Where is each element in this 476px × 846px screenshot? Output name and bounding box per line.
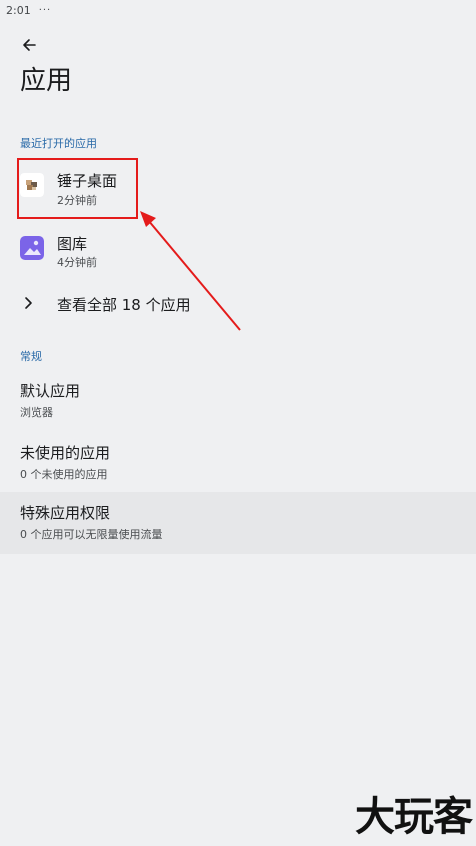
app-name: 图库	[57, 235, 88, 253]
launcher-icon	[20, 173, 44, 197]
general-header: 常规	[20, 350, 42, 363]
status-bar: 2:01 ···	[6, 2, 51, 18]
setting-subtitle: 0 个应用可以无限量使用流量	[20, 528, 163, 541]
settings-apps-screen: 2:01 ··· 应用 最近打开的应用 锤子桌面 2分钟前 图库 4分钟前 查看…	[0, 0, 476, 846]
recent-app-launcher[interactable]: 锤子桌面 2分钟前	[0, 158, 476, 220]
page-title: 应用	[20, 66, 73, 96]
setting-subtitle: 0 个未使用的应用	[20, 468, 108, 481]
see-all-apps-label: 查看全部 18 个应用	[57, 296, 191, 314]
gallery-icon	[20, 236, 44, 260]
chevron-right-icon	[25, 297, 32, 309]
recent-apps-header: 最近打开的应用	[20, 137, 97, 150]
see-all-apps-button[interactable]: 查看全部 18 个应用	[0, 284, 476, 324]
recent-app-gallery[interactable]: 图库 4分钟前	[0, 222, 476, 284]
setting-title: 特殊应用权限	[20, 504, 111, 522]
app-last-used: 4分钟前	[57, 256, 97, 269]
status-time: 2:01	[6, 3, 31, 17]
setting-title: 默认应用	[20, 382, 81, 400]
back-button[interactable]	[16, 32, 42, 58]
setting-title: 未使用的应用	[20, 444, 111, 462]
unused-apps-item[interactable]: 未使用的应用 0 个未使用的应用	[0, 432, 476, 494]
default-apps-item[interactable]: 默认应用 浏览器	[0, 370, 476, 432]
app-name: 锤子桌面	[57, 172, 118, 190]
setting-subtitle: 浏览器	[20, 406, 53, 419]
watermark-logo: 大玩客	[355, 793, 473, 840]
app-last-used: 2分钟前	[57, 194, 97, 207]
status-overflow-dots: ···	[38, 4, 52, 16]
arrow-left-icon	[23, 39, 36, 51]
special-app-access-item[interactable]: 特殊应用权限 0 个应用可以无限量使用流量	[0, 492, 476, 554]
